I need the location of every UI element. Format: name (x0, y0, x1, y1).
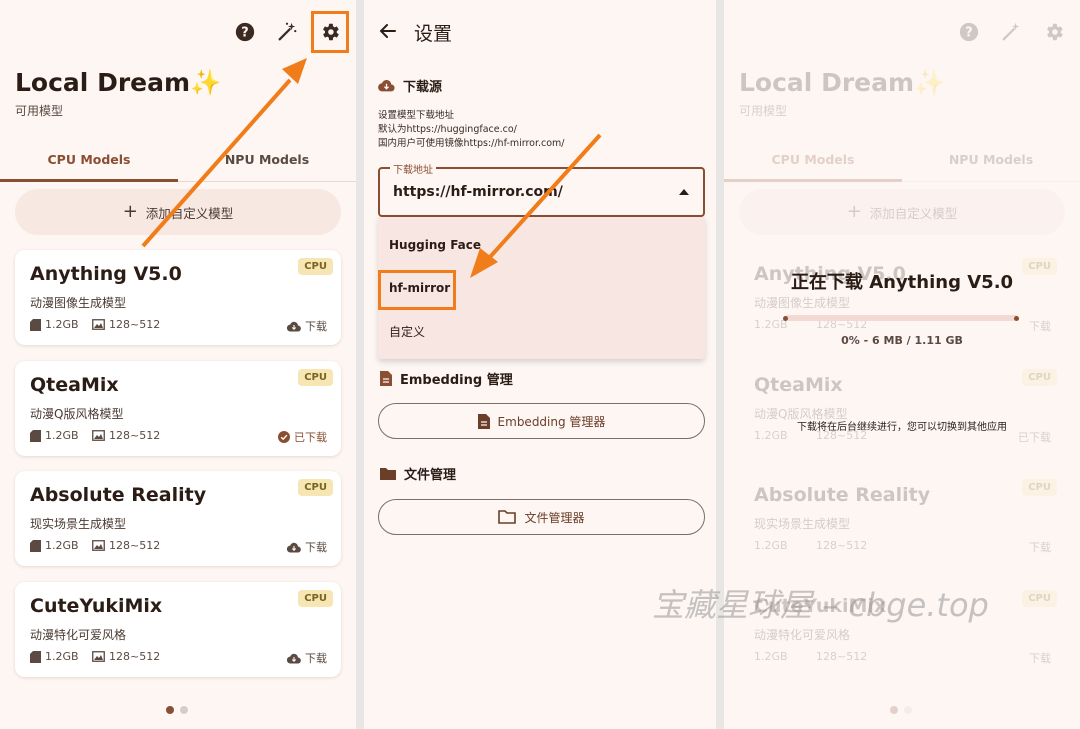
arrow-head-settings (282, 58, 307, 84)
watermark-text: 宝藏星球屋 – cbge.top (652, 586, 989, 624)
